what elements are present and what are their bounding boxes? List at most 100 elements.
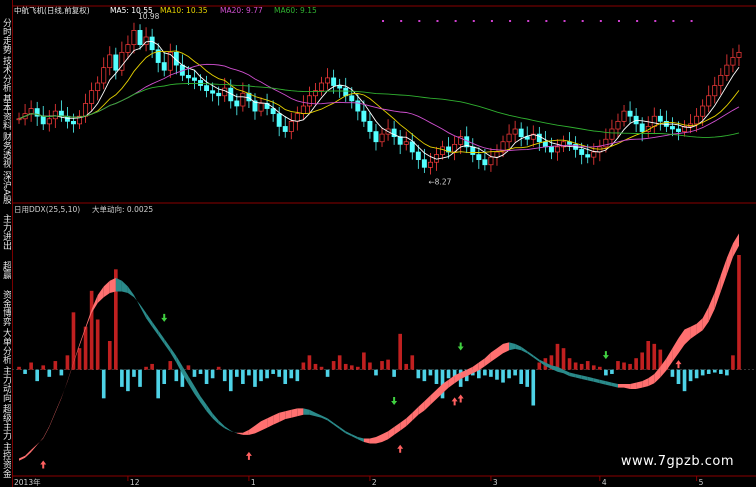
ddx-band-segment bbox=[321, 415, 328, 421]
ddx-band-segment bbox=[103, 280, 110, 298]
signal-mark bbox=[617, 20, 620, 22]
ddx-bar bbox=[410, 355, 415, 370]
x-axis-month-label: 1 bbox=[251, 478, 256, 487]
ddx-bar bbox=[71, 312, 76, 370]
ddx-band-segment bbox=[127, 286, 134, 298]
sell-arrow bbox=[602, 351, 609, 360]
ddx-bar bbox=[204, 369, 209, 384]
sidebar-tab-bottom-0[interactable]: 主力进出 bbox=[0, 214, 11, 250]
ddx-band-segment bbox=[708, 292, 715, 322]
ddx-band-segment bbox=[684, 326, 691, 345]
ddx-band-segment bbox=[164, 338, 171, 353]
ddx-bar bbox=[380, 361, 384, 370]
ddx-bar bbox=[337, 355, 342, 370]
ddx-band-segment bbox=[49, 411, 56, 427]
ddx-band-segment bbox=[121, 280, 128, 293]
ddx-band-segment bbox=[146, 313, 153, 327]
ddx-bar bbox=[446, 369, 451, 379]
ddx-bar bbox=[331, 361, 336, 370]
candle bbox=[343, 77, 349, 102]
candle bbox=[730, 48, 736, 73]
ddx-bar bbox=[737, 255, 741, 370]
ddx-bar bbox=[138, 369, 142, 387]
sidebar-tab-top-4[interactable]: 深沪A股 bbox=[0, 170, 11, 206]
signal-mark bbox=[690, 20, 693, 22]
ddx-band-segment bbox=[478, 358, 485, 371]
ddx-band-segment bbox=[672, 338, 679, 362]
ddx-band-segment bbox=[400, 418, 407, 431]
ddx-bar bbox=[126, 369, 130, 392]
ddx-bar bbox=[77, 348, 82, 370]
candle bbox=[373, 123, 379, 151]
candle bbox=[131, 22, 137, 54]
ddx-band-segment bbox=[394, 422, 401, 435]
candle bbox=[657, 109, 663, 131]
candle bbox=[349, 87, 355, 109]
ddx-bar bbox=[325, 369, 330, 377]
ddx-band-segment bbox=[267, 415, 274, 428]
ddx-bar bbox=[253, 369, 257, 387]
ddx-band-segment bbox=[490, 348, 497, 362]
candle bbox=[337, 78, 343, 98]
ma60-line bbox=[18, 82, 740, 138]
ddx-band-segment bbox=[297, 408, 304, 417]
ddx-band-segment bbox=[37, 437, 44, 445]
ddx-bar bbox=[622, 362, 626, 370]
ddx-band-segment bbox=[720, 257, 727, 292]
candle bbox=[391, 120, 397, 145]
candle bbox=[77, 110, 82, 129]
ddx-band-segment bbox=[503, 342, 510, 354]
ddx-bar bbox=[356, 366, 360, 370]
ddx-band-segment bbox=[303, 408, 310, 415]
ddx-band-segment bbox=[279, 411, 286, 422]
sidebar-tab-bottom-6[interactable]: 主控资金 bbox=[0, 442, 11, 478]
candle bbox=[397, 130, 403, 155]
candle bbox=[627, 101, 633, 123]
ddx-band-segment bbox=[170, 347, 177, 363]
ddx-bar bbox=[65, 355, 70, 370]
ddx-bar bbox=[585, 361, 590, 370]
ddx-band-segment bbox=[97, 286, 104, 303]
ddx-bar bbox=[368, 362, 372, 370]
sidebar-tab-top-3[interactable]: 财务透视 bbox=[0, 132, 11, 168]
ddx-bar bbox=[706, 369, 711, 374]
stock-chart-window: 分时走势技术分析基本资料财务透视深沪A股主力进出超赢资金博弈大单分析主力动向超级… bbox=[0, 0, 756, 487]
ddx-bar bbox=[537, 362, 542, 370]
sidebar-tab-bottom-5[interactable]: 超级主力 bbox=[0, 404, 11, 440]
candle bbox=[325, 68, 331, 90]
candle bbox=[288, 112, 294, 140]
ddx-bar bbox=[101, 369, 106, 399]
ddx-band-segment bbox=[309, 409, 316, 417]
ddx-bar bbox=[634, 358, 638, 370]
ddx-band-segment bbox=[351, 434, 358, 440]
chart-canvas[interactable]: 10.98←8.27 2013年 12 1 2 3 4 5 中航飞机(日线,前复权) MA5:… bbox=[12, 0, 756, 487]
ddx-bar bbox=[507, 369, 511, 379]
candle bbox=[682, 120, 687, 137]
candle bbox=[89, 82, 95, 112]
ddx-bar bbox=[422, 369, 427, 382]
candle bbox=[179, 54, 185, 81]
ddx-bar bbox=[719, 369, 723, 374]
ddx-band-segment bbox=[261, 418, 268, 431]
x-axis-month-label: 2 bbox=[372, 478, 377, 487]
candle bbox=[452, 136, 458, 161]
sidebar-tab-top-1[interactable]: 技术分析 bbox=[0, 56, 11, 92]
ddx-band-segment bbox=[714, 275, 721, 309]
sidebar-tab-bottom-2[interactable]: 资金博弈 bbox=[0, 290, 11, 326]
buy-arrow bbox=[675, 360, 682, 369]
ddx-band-segment bbox=[563, 369, 570, 377]
signal-mark bbox=[454, 20, 457, 22]
signal-mark bbox=[472, 20, 475, 22]
ddx-bar bbox=[555, 343, 560, 370]
sidebar-tab-bottom-4[interactable]: 主力动向 bbox=[0, 366, 11, 402]
ma5-line bbox=[18, 40, 740, 160]
sidebar-tab-bottom-1[interactable]: 超赢 bbox=[0, 252, 11, 288]
ddx-bar bbox=[700, 369, 705, 376]
sell-arrow bbox=[391, 397, 398, 405]
ma10-line bbox=[18, 50, 740, 153]
sidebar-tab-bottom-3[interactable]: 大单分析 bbox=[0, 328, 11, 364]
sidebar-tab-top-2[interactable]: 基本资料 bbox=[0, 94, 11, 130]
candle bbox=[161, 52, 167, 77]
ddx-band-segment bbox=[357, 437, 364, 442]
sidebar-tab-top-0[interactable]: 分时走势 bbox=[0, 18, 11, 54]
